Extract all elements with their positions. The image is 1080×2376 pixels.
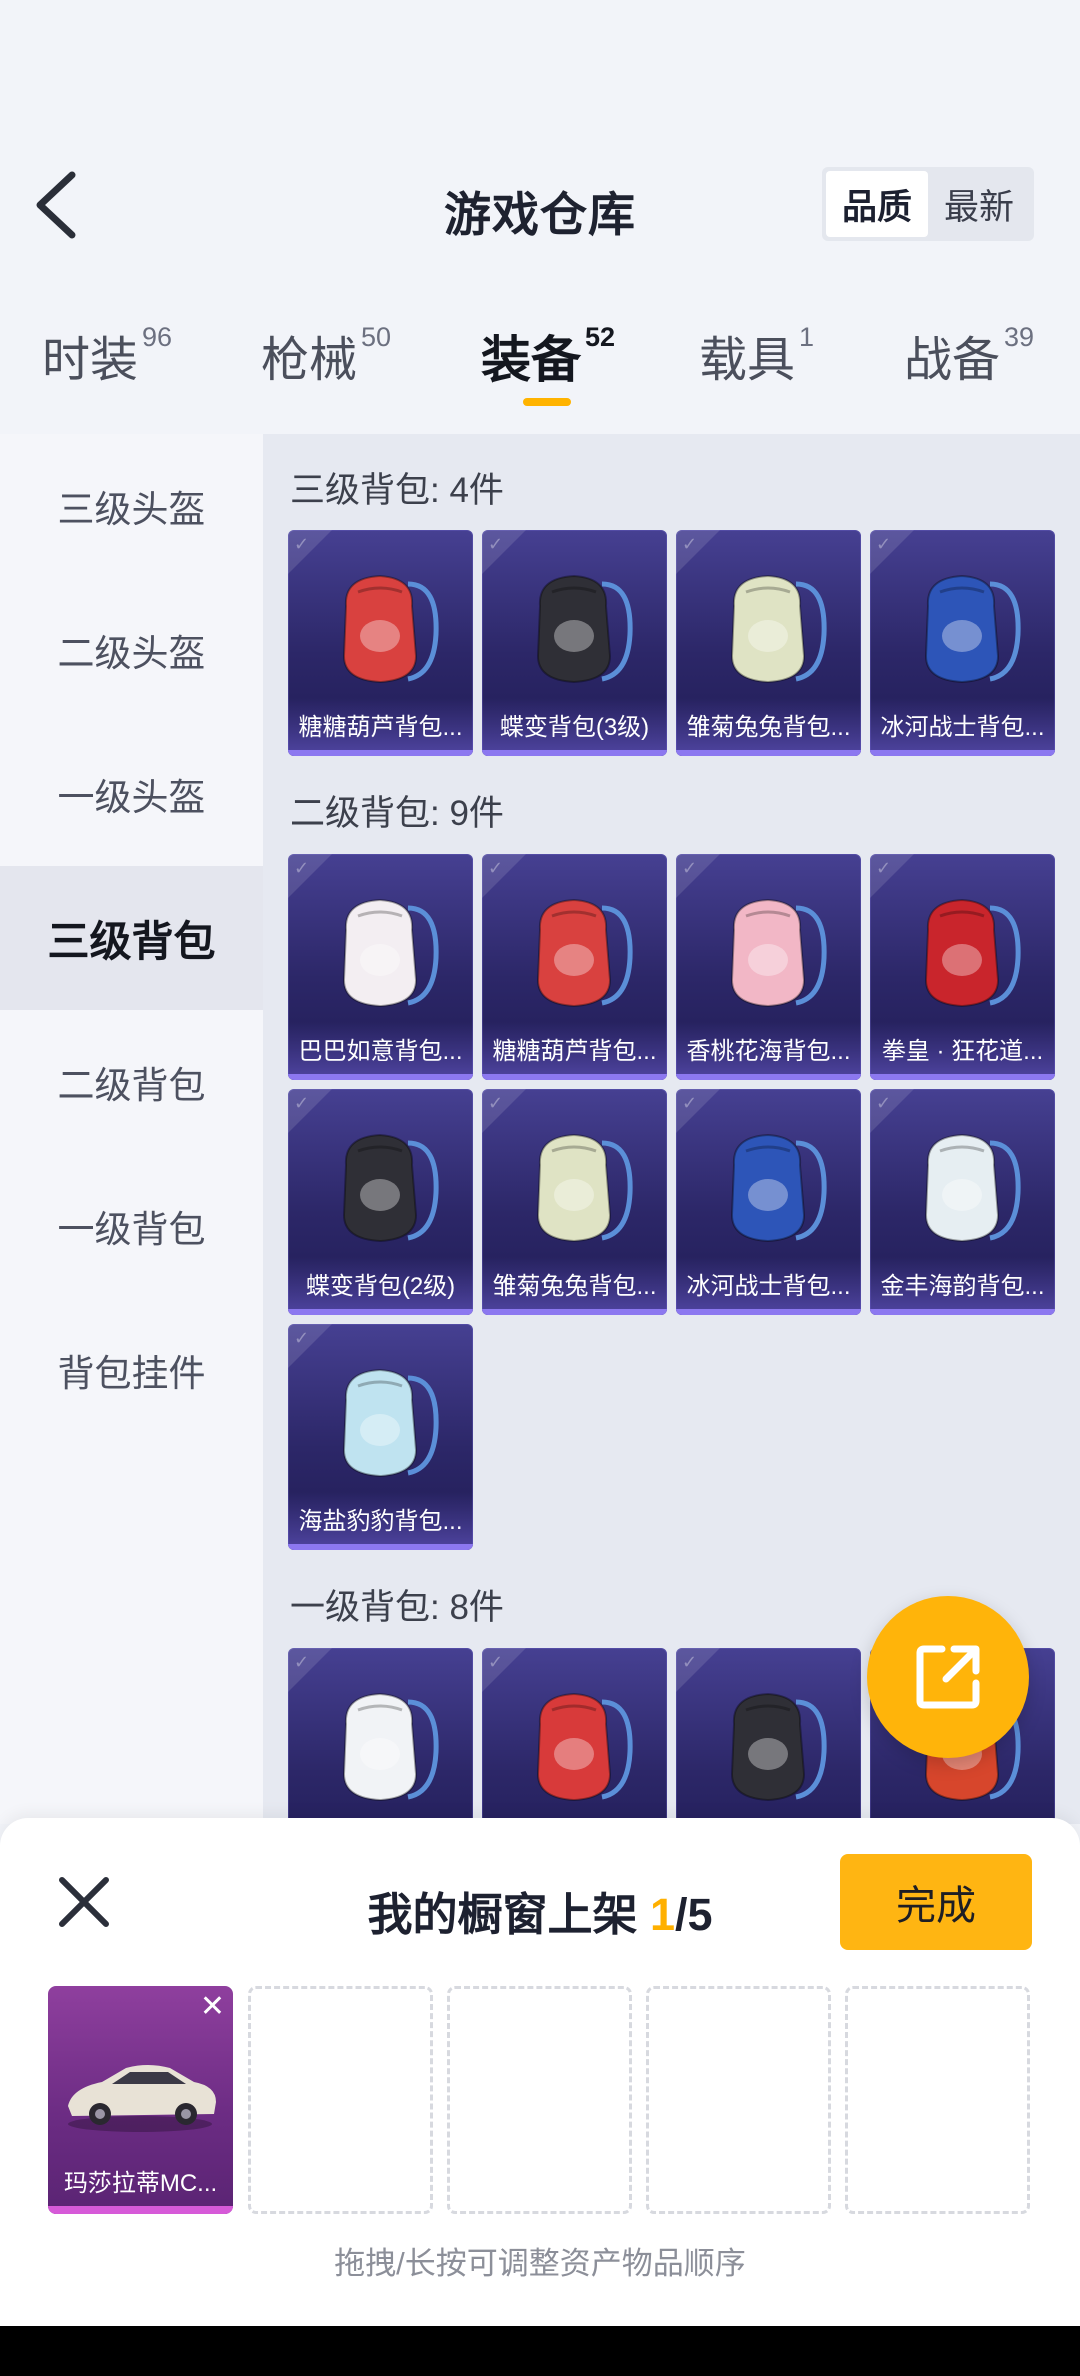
item-card[interactable]: ✓ 金丰海韵背包... bbox=[870, 1089, 1055, 1315]
item-name: 冰河战士背包... bbox=[676, 1257, 861, 1309]
item-name: 拳皇 · 狂花道... bbox=[870, 1022, 1055, 1074]
active-tab-indicator bbox=[523, 398, 571, 406]
section-title: 三级背包: 4件 bbox=[290, 471, 504, 510]
item-card[interactable]: ✓ bbox=[676, 1648, 861, 1824]
remove-icon[interactable]: ✕ bbox=[200, 1992, 225, 2022]
item-card[interactable]: ✓ 香桃花海背包... bbox=[676, 854, 861, 1080]
system-nav-bar bbox=[0, 2326, 1080, 2376]
tab-firearms[interactable]: 枪械 50 bbox=[261, 320, 391, 390]
item-card[interactable]: ✓ 拳皇 · 狂花道... bbox=[870, 854, 1055, 1080]
sort-newest-option[interactable]: 最新 bbox=[928, 171, 1030, 237]
sidebar-item-level3-backpack[interactable]: 三级背包 bbox=[0, 866, 263, 1010]
item-card[interactable]: ✓ 冰河战士背包... bbox=[870, 530, 1055, 756]
kof-flower-backpack-icon bbox=[924, 898, 1021, 1008]
done-button[interactable]: 完成 bbox=[840, 1854, 1032, 1950]
item-card[interactable]: ✓ 冰河战士背包... bbox=[676, 1089, 861, 1315]
showcase-total: /5 bbox=[675, 1889, 713, 1940]
item-name: 金丰海韵背包... bbox=[870, 1257, 1055, 1309]
showcase-slot-filled[interactable]: ✕ 玛莎拉蒂MC... bbox=[48, 1986, 233, 2214]
red-backpack-icon bbox=[536, 1692, 633, 1802]
baba-ruyi-backpack-icon bbox=[342, 898, 439, 1008]
tab-fashion[interactable]: 时装 96 bbox=[42, 320, 172, 390]
tab-label: 时装 bbox=[42, 334, 139, 387]
glacier-warrior-backpack-icon bbox=[730, 1133, 827, 1243]
tab-vehicles[interactable]: 载具 1 bbox=[699, 320, 814, 390]
share-export-icon bbox=[916, 1645, 980, 1709]
subcategory-sidebar: 三级头盔 二级头盔 一级头盔 三级背包 二级背包 一级背包 背包挂件 bbox=[0, 434, 263, 1824]
glacier-warrior-backpack-icon bbox=[924, 574, 1021, 684]
butterfly-backpack-icon bbox=[536, 574, 633, 684]
item-name: 蝶变背包(3级) bbox=[482, 698, 667, 750]
sidebar-item-level2-backpack[interactable]: 二级背包 bbox=[0, 1010, 263, 1154]
item-name: 雏菊兔兔背包... bbox=[676, 698, 861, 750]
item-card[interactable]: ✓ 糖糖葫芦背包... bbox=[482, 854, 667, 1080]
item-card[interactable]: ✓ 雏菊兔兔背包... bbox=[482, 1089, 667, 1315]
item-card[interactable]: ✓ bbox=[482, 1648, 667, 1824]
black-bunny-backpack-icon bbox=[730, 1692, 827, 1802]
reorder-hint: 拖拽/长按可调整资产物品顺序 bbox=[334, 2246, 746, 2281]
daisy-bunny-backpack-icon bbox=[730, 574, 827, 684]
item-name: 蝶变背包(2级) bbox=[288, 1257, 473, 1309]
showcase-sheet: 我的橱窗上架 1/5 完成 ✕ 玛莎拉蒂MC... 拖拽/长按可调整资产物品顺序 bbox=[0, 1818, 1080, 2326]
tab-supplies[interactable]: 战备 39 bbox=[904, 320, 1034, 390]
item-card[interactable]: ✓ 雏菊兔兔背包... bbox=[676, 530, 861, 756]
butterfly-backpack-icon bbox=[342, 1133, 439, 1243]
item-name: 冰河战士背包... bbox=[870, 698, 1055, 750]
item-name: 雏菊兔兔背包... bbox=[482, 1257, 667, 1309]
item-name: 海盐豹豹背包... bbox=[288, 1492, 473, 1544]
item-card[interactable]: ✓ 蝶变背包(2级) bbox=[288, 1089, 473, 1315]
sidebar-item-level1-backpack[interactable]: 一级背包 bbox=[0, 1154, 263, 1298]
tab-count: 52 bbox=[585, 322, 616, 352]
showcase-slot-empty[interactable] bbox=[845, 1986, 1030, 2214]
showcase-title-text: 我的橱窗上架 bbox=[367, 1889, 650, 1940]
item-card[interactable]: ✓ 海盐豹豹背包... bbox=[288, 1324, 473, 1550]
showcase-slot-empty[interactable] bbox=[646, 1986, 831, 2214]
candy-gourd-backpack-icon bbox=[342, 574, 439, 684]
sea-salt-leopard-backpack-icon bbox=[342, 1368, 439, 1478]
sort-quality-option[interactable]: 品质 bbox=[826, 171, 928, 237]
tab-count: 39 bbox=[1004, 322, 1035, 352]
golden-sea-backpack-icon bbox=[924, 1133, 1021, 1243]
sidebar-item-level3-helmet[interactable]: 三级头盔 bbox=[0, 434, 263, 578]
sidebar-item-level2-helmet[interactable]: 二级头盔 bbox=[0, 578, 263, 722]
item-name: 香桃花海背包... bbox=[676, 1022, 861, 1074]
item-card[interactable]: ✓ 糖糖葫芦背包... bbox=[288, 530, 473, 756]
tab-label: 载具 bbox=[699, 334, 796, 387]
sidebar-item-backpack-charm[interactable]: 背包挂件 bbox=[0, 1298, 263, 1442]
section-title: 二级背包: 9件 bbox=[290, 794, 504, 833]
item-card[interactable]: ✓ 巴巴如意背包... bbox=[288, 854, 473, 1080]
maserati-car-icon bbox=[68, 2065, 216, 2132]
tab-label: 战备 bbox=[904, 334, 1001, 387]
white-bunny-backpack-icon bbox=[342, 1692, 439, 1802]
item-name: 糖糖葫芦背包... bbox=[288, 698, 473, 750]
candy-gourd-backpack-icon bbox=[536, 898, 633, 1008]
tab-label: 枪械 bbox=[261, 334, 358, 387]
showcase-slot-empty[interactable] bbox=[248, 1986, 433, 2214]
section-title: 一级背包: 8件 bbox=[290, 1588, 504, 1627]
item-name: 糖糖葫芦背包... bbox=[482, 1022, 667, 1074]
item-name: 巴巴如意背包... bbox=[288, 1022, 473, 1074]
sidebar-item-level1-helmet[interactable]: 一级头盔 bbox=[0, 722, 263, 866]
tab-equipment[interactable]: 装备 52 bbox=[481, 320, 615, 392]
tab-count: 96 bbox=[142, 322, 173, 352]
daisy-bunny-backpack-icon bbox=[536, 1133, 633, 1243]
showcase-slot-empty[interactable] bbox=[447, 1986, 632, 2214]
showcase-item-name: 玛莎拉蒂MC... bbox=[63, 2169, 218, 2197]
tab-label: 装备 bbox=[481, 332, 581, 388]
showcase-count: 1 bbox=[649, 1889, 675, 1940]
share-button[interactable] bbox=[867, 1596, 1029, 1758]
tab-count: 50 bbox=[361, 322, 392, 352]
tab-count: 1 bbox=[799, 322, 815, 352]
item-card[interactable]: ✓ bbox=[288, 1648, 473, 1824]
item-card[interactable]: ✓ 蝶变背包(3级) bbox=[482, 530, 667, 756]
peach-blossom-backpack-icon bbox=[730, 898, 827, 1008]
sort-toggle[interactable]: 品质 最新 bbox=[822, 167, 1034, 241]
